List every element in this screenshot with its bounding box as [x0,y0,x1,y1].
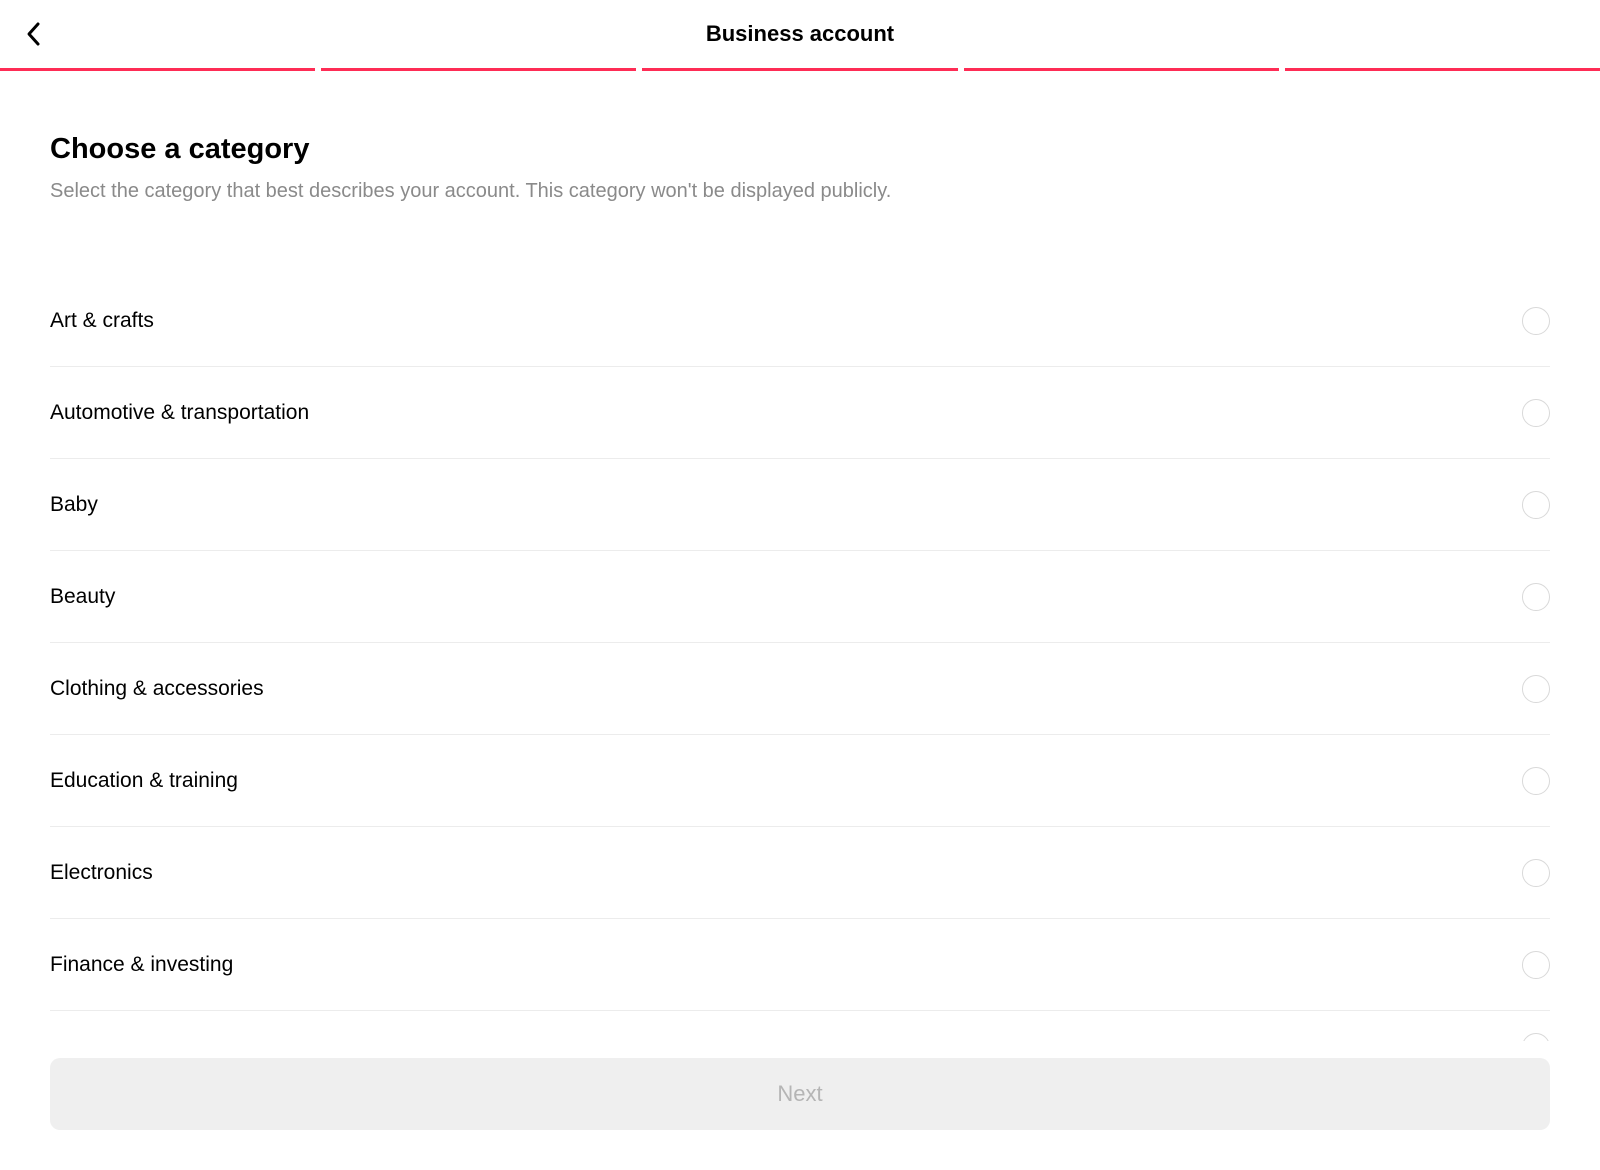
progress-segment [964,68,1279,71]
radio-button[interactable] [1522,307,1550,335]
progress-bar [0,68,1600,71]
category-label: Electronics [50,861,153,885]
radio-button[interactable] [1522,675,1550,703]
progress-segment [642,68,957,71]
progress-segment [0,68,315,71]
category-label: Art & crafts [50,309,154,333]
category-item-beauty[interactable]: Beauty [50,551,1550,643]
category-item-electronics[interactable]: Electronics [50,827,1550,919]
category-item-finance-investing[interactable]: Finance & investing [50,919,1550,1011]
category-label: Finance & investing [50,953,233,977]
category-item-education-training[interactable]: Education & training [50,735,1550,827]
content: Choose a category Select the category th… [0,71,1600,1041]
category-item-clothing-accessories[interactable]: Clothing & accessories [50,643,1550,735]
radio-button[interactable] [1522,767,1550,795]
category-label: Automotive & transportation [50,401,309,425]
radio-button[interactable] [1522,583,1550,611]
next-button[interactable]: Next [50,1058,1550,1130]
page-title: Business account [706,21,894,47]
back-button[interactable] [24,20,44,48]
radio-button[interactable] [1522,859,1550,887]
category-item-art-crafts[interactable]: Art & crafts [50,275,1550,367]
radio-button[interactable] [1522,1033,1550,1041]
radio-button[interactable] [1522,951,1550,979]
category-list: Art & crafts Automotive & transportation… [50,275,1550,1041]
category-label: Beauty [50,585,115,609]
page-subheading: Select the category that best describes … [50,180,1550,203]
radio-button[interactable] [1522,399,1550,427]
radio-button[interactable] [1522,491,1550,519]
category-item-baby[interactable]: Baby [50,459,1550,551]
header: Business account [0,0,1600,68]
category-item-partial[interactable] [50,1011,1550,1041]
page-heading: Choose a category [50,133,1550,166]
category-item-automotive-transportation[interactable]: Automotive & transportation [50,367,1550,459]
category-label: Clothing & accessories [50,677,264,701]
footer: Next [50,1058,1550,1130]
category-label: Education & training [50,769,238,793]
progress-segment [321,68,636,71]
progress-segment [1285,68,1600,71]
category-label: Baby [50,493,98,517]
chevron-left-icon [24,20,44,48]
